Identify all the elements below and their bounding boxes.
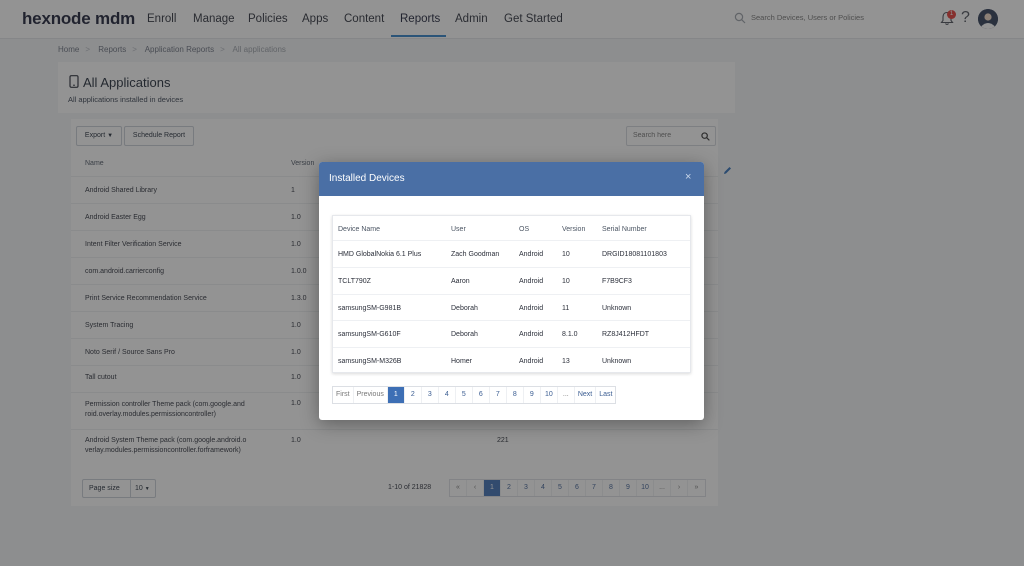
page-ellipsis: ... [558,387,575,403]
device-name: TCLT790Z [338,278,371,285]
column-header-user[interactable]: User [451,226,466,233]
page-last[interactable]: Last [596,387,615,403]
device-name: samsungSM-M326B [338,358,402,365]
modal-header: Installed Devices × [319,162,704,196]
column-header-os[interactable]: OS [519,226,529,233]
device-user: Deborah [451,305,478,312]
installed-devices-modal: Installed Devices × Device Name User OS … [319,162,704,420]
modal-pagination: First Previous 1 2 3 4 5 6 7 8 9 10 ... … [332,386,617,404]
device-version: 13 [562,358,570,365]
device-os: Android [519,278,544,285]
page-2[interactable]: 2 [405,387,422,403]
device-row[interactable]: HMD GlobalNokia 6.1 Plus Zach Goodman An… [333,240,690,267]
device-row[interactable]: samsungSM-M326B Homer Android 13 Unknown [333,347,690,374]
page-4[interactable]: 4 [439,387,456,403]
device-serial: DRGID18081101803 [602,251,667,258]
device-user: Homer [451,358,473,365]
device-version: 10 [562,251,570,258]
device-serial: Unknown [602,358,632,365]
column-header-serial[interactable]: Serial Number [602,226,647,233]
device-os: Android [519,331,544,338]
page-8[interactable]: 8 [507,387,524,403]
page-10[interactable]: 10 [541,387,558,403]
page-6[interactable]: 6 [473,387,490,403]
device-os: Android [519,305,544,312]
device-os: Android [519,251,544,258]
device-name: samsungSM-G610F [338,331,401,338]
device-row[interactable]: samsungSM-G981B Deborah Android 11 Unkno… [333,294,690,321]
device-os: Android [519,358,544,365]
device-row[interactable]: samsungSM-G610F Deborah Android 8.1.0 RZ… [333,320,690,347]
device-version: 10 [562,278,570,285]
device-version: 11 [562,305,570,312]
page-next[interactable]: Next [575,387,597,403]
close-icon[interactable]: × [685,171,691,183]
device-user: Deborah [451,331,478,338]
device-version: 8.1.0 [562,331,578,338]
device-serial: Unknown [602,305,632,312]
device-serial: RZ8J412HFDT [602,331,650,338]
device-name: HMD GlobalNokia 6.1 Plus [338,251,422,258]
page-first[interactable]: First [333,387,354,403]
modal-title: Installed Devices [329,173,405,184]
page-7[interactable]: 7 [490,387,507,403]
page-9[interactable]: 9 [524,387,541,403]
device-user: Zach Goodman [451,251,500,258]
column-header-version[interactable]: Version [562,226,585,233]
page-3[interactable]: 3 [422,387,439,403]
page-previous[interactable]: Previous [354,387,388,403]
page-5[interactable]: 5 [456,387,473,403]
device-name: samsungSM-G981B [338,305,402,312]
device-serial: F7B9CF3 [602,278,632,285]
installed-devices-table: Device Name User OS Version Serial Numbe… [332,215,691,373]
page-1[interactable]: 1 [387,387,405,403]
device-row[interactable]: TCLT790Z Aaron Android 10 F7B9CF3 [333,267,690,294]
device-user: Aaron [451,278,470,285]
column-header-device-name[interactable]: Device Name [338,226,380,233]
